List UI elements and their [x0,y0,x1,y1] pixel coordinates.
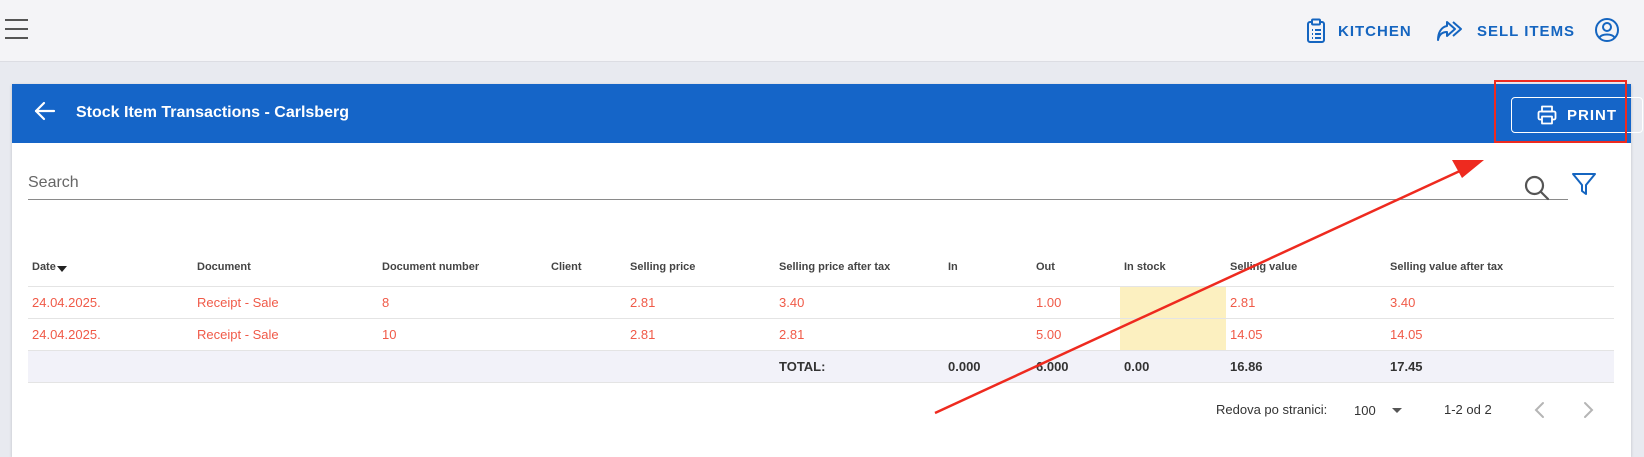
chevron-right-icon[interactable] [1581,400,1595,420]
sort-desc-icon[interactable] [56,265,67,272]
total-in-stock: 0.00 [1120,350,1226,383]
annotation-highlight-box [1494,80,1627,143]
cell-selling-price: 2.81 [626,286,775,319]
cell-selling-price-after-tax: 3.40 [775,286,944,319]
cell-out: 5.00 [1032,318,1120,351]
cell-in-stock [1120,318,1226,351]
column-header-out: Out [1032,248,1120,287]
search-icon[interactable] [1523,174,1551,202]
cell-in [944,318,1032,351]
sell-items-label: SELL ITEMS [1477,22,1576,40]
rows-per-page-value: 100 [1354,402,1376,418]
chevron-left-icon[interactable] [1533,400,1547,420]
dropdown-caret-icon [1392,407,1402,413]
top-bar: KITCHEN SELL ITEMS [0,0,1644,62]
column-header-document: Document [193,248,378,287]
arrow-back-icon[interactable] [34,100,56,122]
cell-selling-value: 14.05 [1226,318,1386,351]
total-selling-value: 16.86 [1226,350,1386,383]
cell-selling-value-after-tax: 14.05 [1386,318,1614,351]
cell-document-number: 8 [378,286,547,319]
column-header-client: Client [547,248,626,287]
rows-per-page-select[interactable]: 100 [1354,399,1402,421]
cell-date: 24.04.2025. [28,318,193,351]
account-circle-icon[interactable] [1594,17,1620,43]
column-header-selling-price-after-tax: Selling price after tax [775,248,944,287]
transactions-table: Date Document Document number Client Sel… [28,248,1614,383]
cell-date: 24.04.2025. [28,286,193,319]
menu-icon[interactable] [5,19,29,41]
table-header-row: Date Document Document number Client Sel… [28,248,1614,287]
page-title: Stock Item Transactions - Carlsberg [76,104,349,121]
cell-document: Receipt - Sale [193,318,378,351]
column-header-selling-price: Selling price [626,248,775,287]
rows-per-page-label: Redova po stranici: [1216,402,1328,417]
search-input[interactable] [28,166,1508,196]
total-selling-value-after-tax: 17.45 [1386,350,1614,383]
cell-document: Receipt - Sale [193,286,378,319]
cell-client [547,286,626,319]
cell-document-number: 10 [378,318,547,351]
total-row: TOTAL: 0.000 6.000 0.00 16.86 17.45 [28,350,1614,383]
kitchen-label: KITCHEN [1338,22,1412,40]
column-header-in-stock: In stock [1120,248,1226,287]
column-header-document-number: Document number [378,248,547,287]
column-header-date[interactable]: Date [28,248,193,287]
total-label: TOTAL: [775,350,944,383]
cell-selling-value-after-tax: 3.40 [1386,286,1614,319]
column-header-selling-value-after-tax: Selling value after tax [1386,248,1614,287]
cell-selling-value: 2.81 [1226,286,1386,319]
sell-items-button[interactable]: SELL ITEMS [1437,16,1575,46]
cell-in-stock [1120,286,1226,319]
cell-selling-price: 2.81 [626,318,775,351]
table-row[interactable]: 24.04.2025. Receipt - Sale 8 2.81 3.40 1… [28,286,1614,319]
panel-header: Stock Item Transactions - Carlsberg [12,84,1631,143]
filter-icon[interactable] [1571,171,1597,197]
clipboard-list-icon [1307,18,1325,43]
cell-selling-price-after-tax: 2.81 [775,318,944,351]
table-row[interactable]: 24.04.2025. Receipt - Sale 10 2.81 2.81 … [28,318,1614,351]
cell-in [944,286,1032,319]
share-forward-icon [1437,21,1462,41]
column-header-selling-value: Selling value [1226,248,1386,287]
kitchen-button[interactable]: KITCHEN [1306,16,1412,46]
total-in: 0.000 [944,350,1032,383]
cell-out: 1.00 [1032,286,1120,319]
total-out: 6.000 [1032,350,1120,383]
cell-client [547,318,626,351]
search-field [28,166,1568,200]
pagination-range: 1-2 od 2 [1444,402,1492,417]
column-header-in: In [944,248,1032,287]
